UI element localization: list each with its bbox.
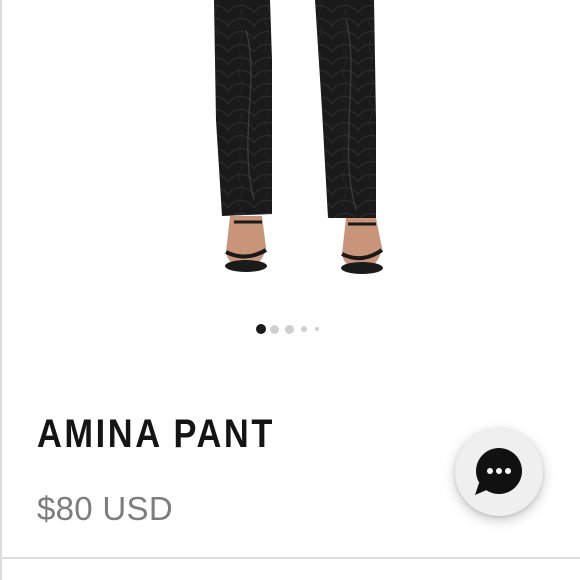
carousel-dot[interactable] [270, 324, 279, 334]
chat-bubble-ellipsis-icon [475, 448, 522, 495]
carousel-dot[interactable] [315, 327, 319, 331]
left-edge-divider [0, 0, 2, 580]
carousel-indicator[interactable] [254, 322, 334, 336]
product-price: $80 USD [37, 490, 174, 527]
product-title: AMINA PANT [37, 412, 275, 456]
chat-button[interactable] [455, 428, 543, 516]
product-image[interactable] [150, 0, 440, 300]
carousel-dot[interactable] [285, 324, 294, 334]
carousel-dot[interactable] [256, 324, 266, 334]
carousel-dot[interactable] [301, 326, 307, 332]
bottom-divider [0, 557, 580, 559]
